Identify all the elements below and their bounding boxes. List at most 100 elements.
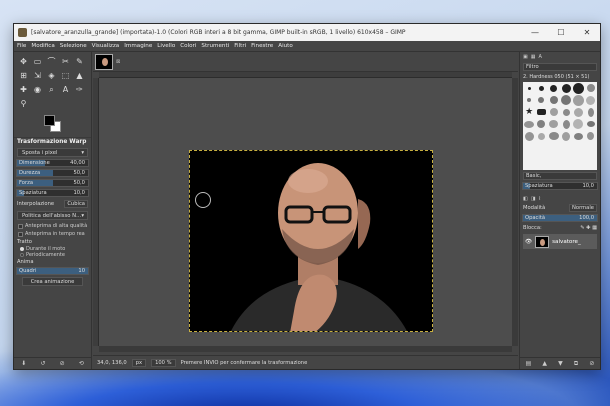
layer-mode-select[interactable]: Normale xyxy=(569,204,597,212)
lower-layer-icon[interactable]: ▼ xyxy=(558,360,563,367)
brush-item[interactable] xyxy=(562,131,571,141)
delete-options-icon[interactable]: ⊘ xyxy=(60,360,65,367)
vertical-scrollbar[interactable] xyxy=(512,78,518,346)
slider-forza[interactable]: Forza 50,0 xyxy=(16,179,89,187)
menu-visualizza[interactable]: Visualizza xyxy=(92,43,120,49)
high-quality-preview-checkbox[interactable]: Anteprima di alta qualità xyxy=(14,222,91,230)
scissors-tool-icon[interactable]: ✂ xyxy=(60,56,71,67)
opacity-slider[interactable]: Opacità 100,0 xyxy=(522,214,598,222)
menu-finestre[interactable]: Finestre xyxy=(251,43,273,49)
transform-tool-icon[interactable]: ⇲ xyxy=(32,70,43,81)
raise-layer-icon[interactable]: ▲ xyxy=(542,360,547,367)
brush-item[interactable] xyxy=(550,84,558,92)
restore-options-icon[interactable]: ↺ xyxy=(40,360,45,367)
brush-item[interactable] xyxy=(562,108,570,116)
fonts-tab-icon[interactable]: A xyxy=(538,54,541,60)
brush-item[interactable] xyxy=(572,82,584,94)
horizontal-scrollbar[interactable] xyxy=(99,346,512,352)
create-animation-button[interactable]: Crea animazione xyxy=(22,277,83,286)
brush-filter-input[interactable]: Filtro xyxy=(523,63,597,71)
menu-immagine[interactable]: Immagine xyxy=(124,43,152,49)
menu-file[interactable]: File xyxy=(17,43,26,49)
layers-tab-icon[interactable]: ◧ xyxy=(523,196,528,202)
menu-selezione[interactable]: Selezione xyxy=(60,43,87,49)
dodge-tool-icon[interactable]: ◉ xyxy=(32,84,43,95)
maximize-button[interactable]: ☐ xyxy=(548,24,574,41)
star-brush-icon[interactable]: ★ xyxy=(525,107,533,117)
measure-tool-icon[interactable]: ⚲ xyxy=(18,98,29,109)
brush-item[interactable] xyxy=(561,83,571,93)
lasso-tool-icon[interactable]: ⌒ xyxy=(46,56,57,67)
text-tool-icon[interactable]: A xyxy=(60,84,71,95)
patterns-tab-icon[interactable]: ▦ xyxy=(531,54,536,60)
brush-item[interactable] xyxy=(586,121,595,127)
menu-colori[interactable]: Colori xyxy=(180,43,196,49)
realtime-preview-checkbox[interactable]: Anteprima in tempo rea xyxy=(14,230,91,238)
brush-item[interactable] xyxy=(527,86,531,90)
path-tool-icon[interactable]: ✑ xyxy=(74,84,85,95)
brush-item[interactable] xyxy=(537,132,545,140)
brush-item[interactable] xyxy=(524,131,534,141)
brush-item[interactable] xyxy=(538,85,544,91)
duplicate-layer-icon[interactable]: ⧉ xyxy=(574,360,578,368)
brush-spacing-slider[interactable]: Spaziatura 10,0 xyxy=(522,182,598,190)
brush-item[interactable] xyxy=(527,98,532,102)
save-options-icon[interactable]: ⬇ xyxy=(21,360,26,367)
zoom-select[interactable]: 100 % xyxy=(151,358,176,367)
brush-item[interactable] xyxy=(548,132,559,140)
lock-icons[interactable]: ✎ ✚ ▦ xyxy=(580,225,597,231)
slider-spaziatura[interactable]: Spaziatura 10,0 xyxy=(16,189,89,197)
crop-tool-icon[interactable]: ⊞ xyxy=(18,70,29,81)
brush-item[interactable] xyxy=(573,107,583,117)
paths-tab-icon[interactable]: ⌇ xyxy=(538,196,540,202)
frames-slider[interactable]: Quadri 10 xyxy=(16,267,89,275)
interpolation-select[interactable]: Cubica xyxy=(64,200,88,208)
brush-item[interactable] xyxy=(562,119,570,129)
menu-filtri[interactable]: Filtri xyxy=(234,43,246,49)
menu-strumenti[interactable]: Strumenti xyxy=(201,43,229,49)
menu-aiuto[interactable]: Aiuto xyxy=(278,43,293,49)
brush-item[interactable] xyxy=(587,132,595,140)
warp-tool-icon[interactable]: ◈ xyxy=(46,70,57,81)
brush-item[interactable] xyxy=(587,107,594,117)
brush-item[interactable] xyxy=(573,119,584,129)
canvas[interactable] xyxy=(99,78,512,346)
abyss-policy-select[interactable]: Politica dell'abisso N... ▾ xyxy=(17,211,88,220)
foreground-color[interactable] xyxy=(44,115,55,126)
brush-item[interactable] xyxy=(537,120,546,128)
layer-item[interactable]: 👁 salvatore_ xyxy=(523,234,597,249)
zoom-tool-icon[interactable]: ⌕ xyxy=(46,84,57,95)
brush-item[interactable] xyxy=(586,95,596,105)
brush-item[interactable] xyxy=(573,132,583,140)
slider-durezza[interactable]: Durezza 50,0 xyxy=(16,169,89,177)
brush-item[interactable] xyxy=(586,84,595,92)
brush-item[interactable] xyxy=(572,94,584,106)
delete-layer-icon[interactable]: ⊘ xyxy=(589,360,594,367)
image-tab-thumbnail[interactable] xyxy=(95,53,113,70)
brush-item[interactable] xyxy=(561,95,572,105)
slider-dimensione[interactable]: Dimensione 40,00 xyxy=(16,159,89,167)
brushes-tab-icon[interactable]: ▣ xyxy=(523,54,528,60)
brush-item[interactable] xyxy=(524,120,535,128)
minimize-button[interactable]: — xyxy=(522,24,548,41)
brush-set-select[interactable]: Basic, xyxy=(523,172,597,180)
reset-options-icon[interactable]: ⟲ xyxy=(79,360,84,367)
eye-icon[interactable]: 👁 xyxy=(525,239,532,245)
brushes-grid[interactable]: ★ xyxy=(523,82,597,170)
photo-image[interactable] xyxy=(189,150,433,332)
menu-livello[interactable]: Livello xyxy=(157,43,175,49)
brush-item[interactable] xyxy=(536,109,546,115)
menu-modifica[interactable]: Modifica xyxy=(31,43,54,49)
brush-item[interactable] xyxy=(549,108,558,116)
new-layer-icon[interactable]: ▤ xyxy=(526,360,532,367)
paint-tool-icon[interactable]: ✎ xyxy=(74,56,85,67)
close-tab-icon[interactable]: ⊠ xyxy=(116,59,120,65)
rect-select-tool-icon[interactable]: ▭ xyxy=(32,56,43,67)
fill-tool-icon[interactable]: ⬚ xyxy=(60,70,71,81)
channels-tab-icon[interactable]: ◨ xyxy=(531,196,536,202)
move-tool-icon[interactable]: ✥ xyxy=(18,56,29,67)
unit-select[interactable]: px xyxy=(131,358,147,367)
close-button[interactable]: ✕ xyxy=(574,24,600,41)
warp-mode-select[interactable]: Sposta i pixel ▾ xyxy=(17,148,88,157)
gradient-tool-icon[interactable]: ▲ xyxy=(74,70,85,81)
